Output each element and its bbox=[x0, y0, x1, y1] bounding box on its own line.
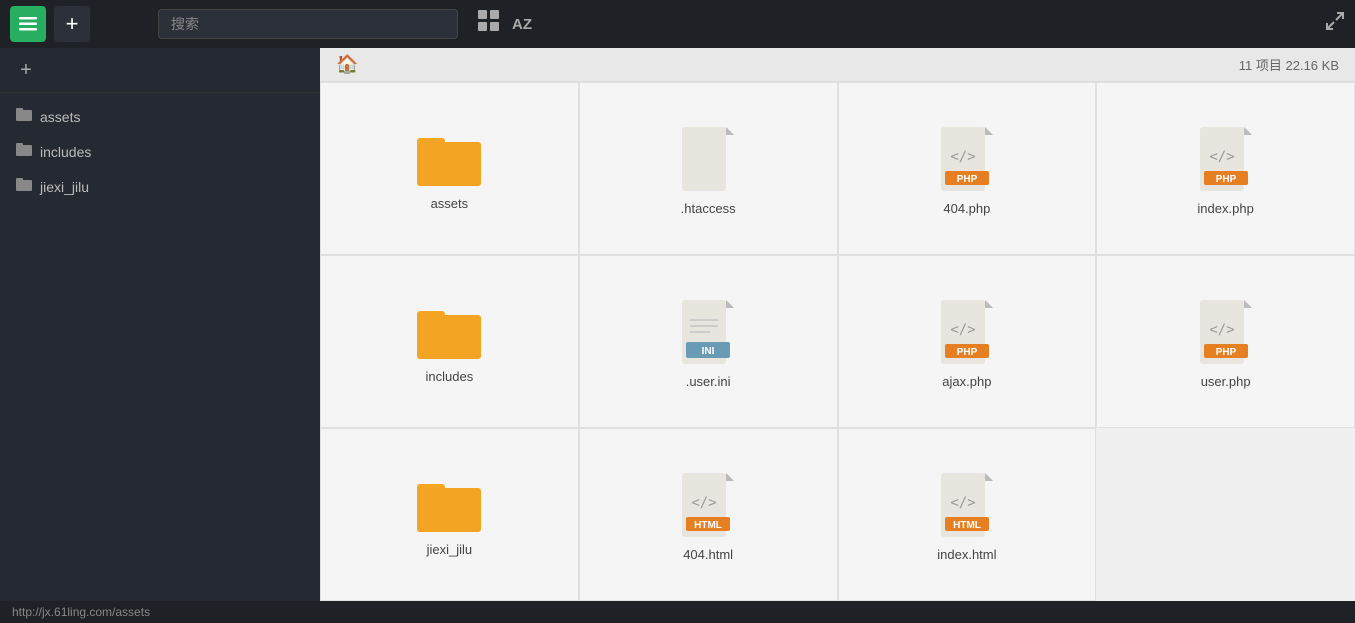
php-file-icon: </> PHP bbox=[1200, 127, 1252, 191]
file-item-name: includes bbox=[426, 369, 474, 384]
svg-text:</>: </> bbox=[691, 495, 716, 511]
ini-file-icon: INI bbox=[682, 300, 734, 364]
svg-text:</>: </> bbox=[1209, 322, 1234, 338]
search-box bbox=[158, 9, 458, 39]
sidebar-item-label-jiexi: jiexi_jilu bbox=[40, 179, 89, 195]
svg-text:</>: </> bbox=[1209, 149, 1234, 165]
file-item-htaccess[interactable]: .htaccess bbox=[579, 82, 838, 255]
statusbar: http://jx.61ling.com/assets bbox=[0, 601, 1355, 623]
file-item-userini[interactable]: INI .user.ini bbox=[579, 255, 838, 428]
folder-icon bbox=[417, 305, 481, 359]
menu-button[interactable] bbox=[10, 6, 46, 42]
file-item-assets-folder[interactable]: assets bbox=[320, 82, 579, 255]
expand-icon[interactable] bbox=[1325, 11, 1345, 37]
svg-text:</>: </> bbox=[950, 495, 975, 511]
grid-view-icon[interactable] bbox=[478, 10, 500, 38]
topbar: + AZ bbox=[0, 0, 1355, 48]
file-item-name: index.html bbox=[937, 547, 996, 562]
file-grid: assets .htaccess </> PHP 404.php </> PHP… bbox=[320, 82, 1355, 601]
sidebar-item-assets[interactable]: assets bbox=[0, 99, 320, 134]
breadcrumb-home[interactable]: 🏠 bbox=[336, 54, 358, 75]
html-file-icon: </> HTML bbox=[941, 473, 993, 537]
file-panel-header: 🏠 11 项目 22.16 KB bbox=[320, 48, 1355, 82]
svg-text:PHP: PHP bbox=[957, 347, 978, 358]
file-item-indexphp[interactable]: </> PHP index.php bbox=[1096, 82, 1355, 255]
sidebar-header: + bbox=[0, 48, 320, 93]
folder-icon bbox=[417, 478, 481, 532]
status-url: http://jx.61ling.com/assets bbox=[12, 605, 150, 619]
file-count: 11 项目 22.16 KB bbox=[1239, 55, 1339, 74]
svg-text:HTML: HTML bbox=[694, 520, 722, 531]
main-area: + assets includes bbox=[0, 48, 1355, 601]
php-file-icon: </> PHP bbox=[1200, 300, 1252, 364]
folder-icon-jiexi bbox=[16, 177, 32, 196]
blank-file-icon bbox=[682, 127, 734, 191]
file-item-name: index.php bbox=[1197, 201, 1253, 216]
sidebar-items: assets includes jiexi_ji bbox=[0, 93, 320, 601]
sidebar-item-includes[interactable]: includes bbox=[0, 134, 320, 169]
sort-icon[interactable]: AZ bbox=[512, 16, 532, 33]
file-item-ajaxphp[interactable]: </> PHP ajax.php bbox=[838, 255, 1097, 428]
file-item-name: 404.html bbox=[683, 547, 733, 562]
sidebar-add-button[interactable]: + bbox=[12, 56, 40, 84]
file-item-name: .htaccess bbox=[681, 201, 736, 216]
file-item-indexhtml[interactable]: </> HTML index.html bbox=[838, 428, 1097, 601]
file-item-includes-folder[interactable]: includes bbox=[320, 255, 579, 428]
svg-text:HTML: HTML bbox=[953, 520, 981, 531]
file-item-404php[interactable]: </> PHP 404.php bbox=[838, 82, 1097, 255]
sidebar-item-jiexi[interactable]: jiexi_jilu bbox=[0, 169, 320, 204]
svg-text:</>: </> bbox=[950, 149, 975, 165]
topbar-icons: AZ bbox=[478, 10, 532, 38]
php-file-icon: </> PHP bbox=[941, 127, 993, 191]
file-item-jiexi-folder[interactable]: jiexi_jilu bbox=[320, 428, 579, 601]
svg-text:PHP: PHP bbox=[1215, 347, 1236, 358]
html-file-icon: </> HTML bbox=[682, 473, 734, 537]
folder-icon bbox=[417, 132, 481, 186]
file-panel: 🏠 11 项目 22.16 KB assets .htaccess </> PH… bbox=[320, 48, 1355, 601]
add-button[interactable]: + bbox=[54, 6, 90, 42]
file-item-name: jiexi_jilu bbox=[427, 542, 473, 557]
sidebar: + assets includes bbox=[0, 48, 320, 601]
svg-text:PHP: PHP bbox=[1215, 174, 1236, 185]
svg-text:</>: </> bbox=[950, 322, 975, 338]
file-item-404html[interactable]: </> HTML 404.html bbox=[579, 428, 838, 601]
file-item-name: 404.php bbox=[943, 201, 990, 216]
php-file-icon: </> PHP bbox=[941, 300, 993, 364]
svg-text:PHP: PHP bbox=[957, 174, 978, 185]
folder-icon-assets bbox=[16, 107, 32, 126]
file-item-name: ajax.php bbox=[942, 374, 991, 389]
svg-text:INI: INI bbox=[702, 346, 715, 357]
file-item-name: user.php bbox=[1201, 374, 1251, 389]
file-item-name: assets bbox=[431, 196, 469, 211]
folder-icon-includes bbox=[16, 142, 32, 161]
file-item-name: .user.ini bbox=[686, 374, 731, 389]
sidebar-item-label-assets: assets bbox=[40, 109, 80, 125]
search-input[interactable] bbox=[158, 9, 458, 39]
file-item-userphp[interactable]: </> PHP user.php bbox=[1096, 255, 1355, 428]
sidebar-item-label-includes: includes bbox=[40, 144, 91, 160]
